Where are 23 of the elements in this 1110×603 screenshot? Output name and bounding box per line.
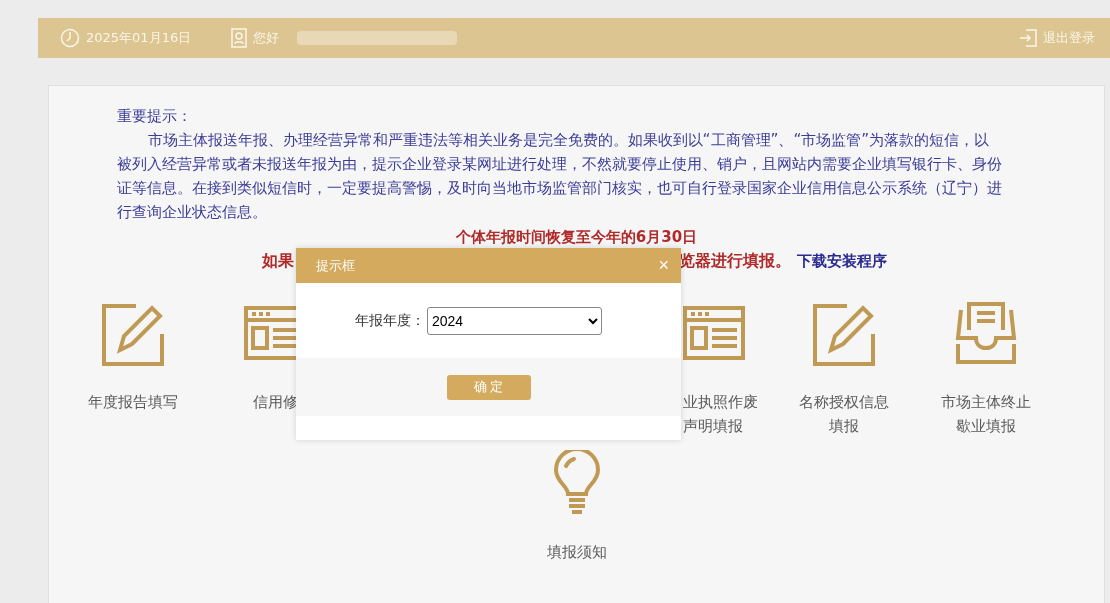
notice-title: 重要提示： <box>117 106 193 127</box>
feature-label[interactable]: 填报须知 <box>546 540 607 564</box>
feature-label[interactable]: 歇业填报 <box>941 414 1031 438</box>
feature-label[interactable]: 名称授权信息 <box>799 390 889 414</box>
feature-label[interactable]: 填报 <box>799 414 889 438</box>
browser-notice: 如果 <box>262 250 294 272</box>
dialog-title: 提示框 <box>316 256 355 275</box>
feature-label[interactable]: 市场主体终止 <box>941 390 1031 414</box>
logout-icon <box>1019 29 1037 47</box>
clock-icon <box>60 28 80 48</box>
feature-label[interactable]: 业执照作废 <box>683 390 758 414</box>
year-select[interactable]: 2024 <box>427 306 602 335</box>
date-text: 2025年01月16日 <box>86 29 192 47</box>
greeting-text: 您好 <box>253 29 280 47</box>
feature-label[interactable]: 信用修 <box>252 390 298 414</box>
notice-paragraph: 市场主体报送年报、办理经营异常和严重违法等相关业务是完全免费的。如果收到以“工商管理”、“市场监管”为落款的短信，以被列入经营异常或者未报送年报为由，提示企业登录某网址进行处理，不然就要停止使用、销户，且网站内需要企业填写银行卡、身份证等信息。在接到类似短信时，一定要提高警惕，及时向当地市场监管部门核实，也可自行登录国家企业信用信息公示系统（辽宁）进行查询企业状态信息。 <box>117 130 1003 223</box>
download-link[interactable]: 下载安装程序 <box>797 248 887 274</box>
deadline-notice: 个体年报时间恢复至今年的6月30日 <box>454 227 699 248</box>
inbox-document-icon <box>953 300 1019 366</box>
year-label: 年报年度： <box>355 311 425 330</box>
feature-label[interactable]: 年度报告填写 <box>88 390 178 414</box>
feature-label[interactable]: 声明填报 <box>683 414 758 438</box>
user-icon <box>231 28 248 48</box>
